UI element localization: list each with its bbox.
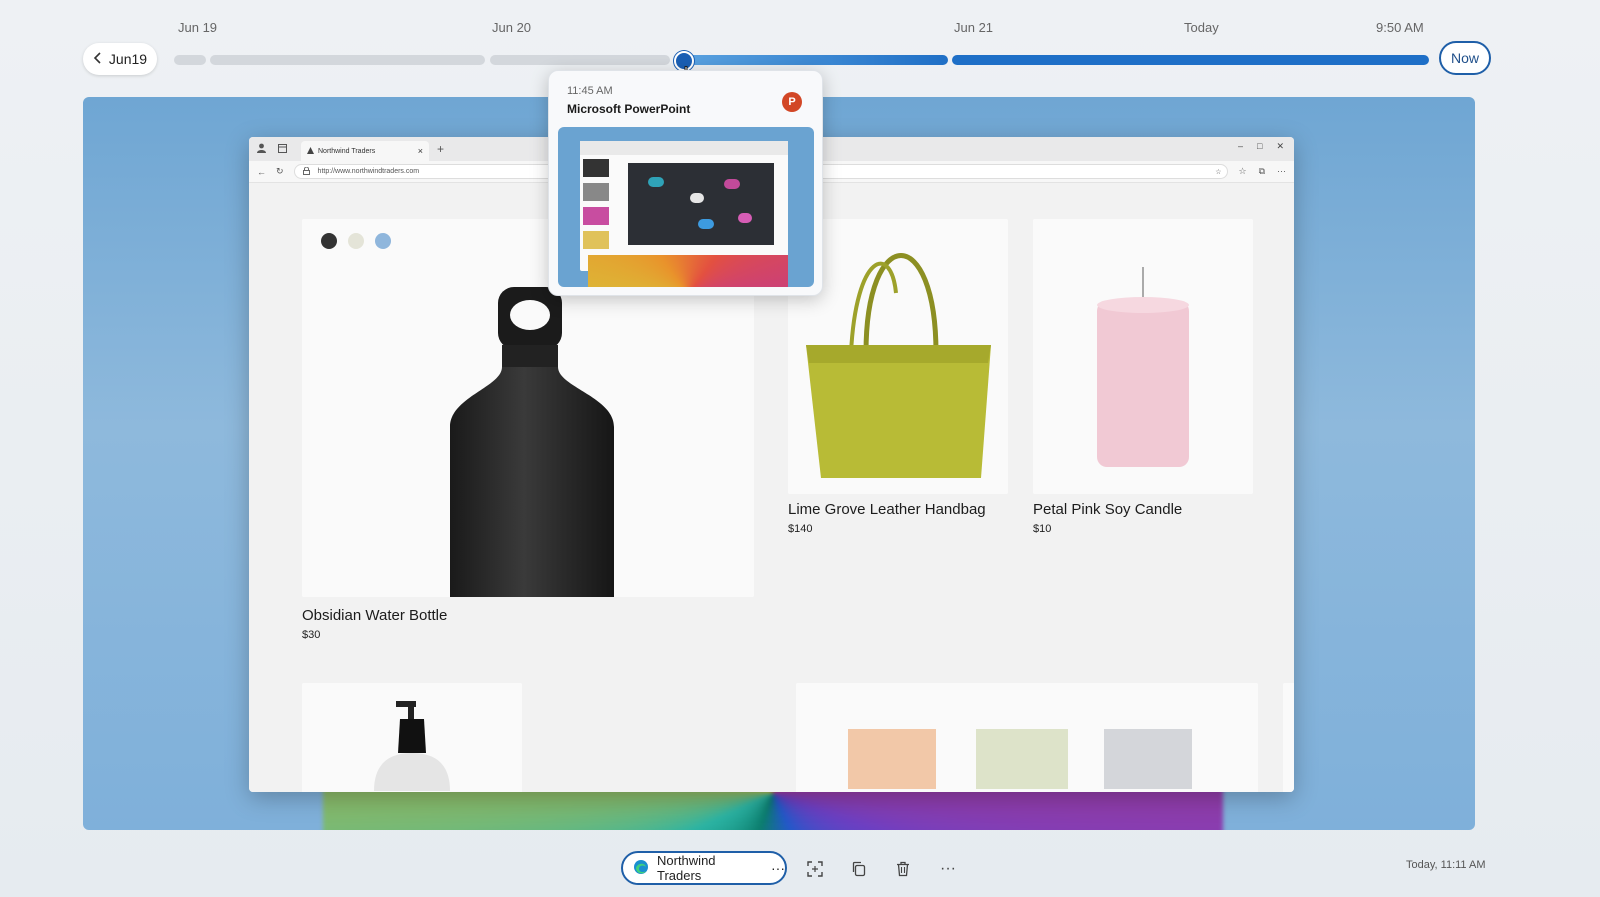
product-name-bottle[interactable]: Obsidian Water Bottle xyxy=(302,607,447,624)
timeline-segment-active[interactable] xyxy=(684,55,948,65)
popup-time: 11:45 AM xyxy=(567,85,613,97)
color-swatch-blue[interactable] xyxy=(375,233,391,249)
browser-toolbar-icons: ☆ ⧉ ··· xyxy=(1238,166,1286,177)
back-date-label: Jun19 xyxy=(108,51,148,67)
timeline-segment[interactable] xyxy=(174,55,206,65)
product-price-bottle: $30 xyxy=(302,629,321,641)
edge-browser-icon xyxy=(633,859,649,878)
product-price-handbag: $140 xyxy=(788,523,813,535)
timeline-segment[interactable] xyxy=(210,55,485,65)
more-menu-icon[interactable]: ··· xyxy=(1277,166,1286,177)
new-tab-icon[interactable]: + xyxy=(437,142,444,156)
timeline-label-time: 9:50 AM xyxy=(1376,20,1424,35)
powerpoint-icon: P xyxy=(782,92,802,112)
product-price-candle: $10 xyxy=(1033,523,1052,535)
product-card-candle[interactable] xyxy=(1033,219,1253,494)
timeline-date-labels: Jun 19 Jun 20 Jun 21 Today 9:50 AM xyxy=(0,20,1600,40)
now-button[interactable]: Now xyxy=(1439,41,1491,75)
snapshot-preview-popup[interactable]: 11:45 AM Microsoft PowerPoint P xyxy=(548,70,823,296)
screen-capture-icon[interactable] xyxy=(801,855,829,883)
ppt-slide-sneakers-image xyxy=(628,163,774,245)
ppt-window-thumbnail xyxy=(580,141,788,271)
lock-icon xyxy=(302,166,310,177)
ppt-wallpaper-bloom xyxy=(588,255,788,287)
product-card-brush[interactable] xyxy=(1283,683,1294,792)
product-card-soaps[interactable] xyxy=(796,683,1258,792)
maximize-icon[interactable]: □ xyxy=(1257,141,1262,152)
close-tab-icon[interactable]: × xyxy=(418,146,423,156)
browser-tab-northwind[interactable]: Northwind Traders × xyxy=(301,141,429,161)
ppt-ribbon xyxy=(580,141,788,155)
close-window-icon[interactable]: ✕ xyxy=(1276,141,1284,152)
soap-bar-green-image xyxy=(976,729,1068,789)
collections-icon[interactable]: ⧉ xyxy=(1259,166,1265,177)
ppt-slide-list xyxy=(583,159,609,263)
color-swatch-cream[interactable] xyxy=(348,233,364,249)
timeline-label-jun20: Jun 20 xyxy=(492,20,532,35)
tab-actions-icon[interactable] xyxy=(278,143,287,155)
chevron-left-icon xyxy=(93,51,103,67)
snapshot-timestamp: Today, 11:11 AM xyxy=(1406,859,1486,871)
soap-bar-peach-image xyxy=(848,729,936,789)
soap-bar-grey-image xyxy=(1104,729,1192,789)
timeline-label-jun21: Jun 21 xyxy=(954,20,994,35)
water-bottle-image xyxy=(450,287,614,597)
profile-icon[interactable] xyxy=(257,143,266,155)
favorite-star-icon[interactable]: ☆ xyxy=(1215,168,1221,176)
snapshot-app-label: Northwind Traders xyxy=(657,853,716,883)
powerpoint-thumbnail[interactable] xyxy=(558,127,814,287)
minimize-icon[interactable]: – xyxy=(1238,141,1243,152)
product-name-candle[interactable]: Petal Pink Soy Candle xyxy=(1033,501,1182,518)
lotion-pump-image xyxy=(374,701,450,791)
back-to-date-button[interactable]: Jun19 xyxy=(83,43,157,75)
product-card-lotion[interactable] xyxy=(302,683,522,792)
product-name-handbag[interactable]: Lime Grove Leather Handbag xyxy=(788,501,986,518)
url-text: http://www.northwindtraders.com xyxy=(317,168,420,175)
popup-app-name: Microsoft PowerPoint xyxy=(567,102,691,116)
handbag-image xyxy=(806,253,991,478)
favorites-icon[interactable]: ☆ xyxy=(1238,166,1246,177)
back-arrow-icon[interactable]: ← xyxy=(257,167,266,177)
copy-icon[interactable] xyxy=(845,855,873,883)
timeline-segment[interactable] xyxy=(490,55,670,65)
color-swatch-black[interactable] xyxy=(321,233,337,249)
tab-title: Northwind Traders xyxy=(318,147,376,155)
site-favicon-icon xyxy=(307,146,314,156)
more-actions-icon[interactable]: ··· xyxy=(934,855,962,883)
candle-image xyxy=(1097,267,1189,467)
window-controls: – □ ✕ xyxy=(1238,141,1284,152)
timeline-label-jun19: Jun 19 xyxy=(178,20,218,35)
timeline-label-today: Today xyxy=(1184,20,1219,35)
delete-trash-icon[interactable] xyxy=(889,855,917,883)
refresh-icon[interactable]: ↻ xyxy=(276,166,284,177)
snapshot-app-button[interactable]: Northwind Traders ··· xyxy=(621,851,787,885)
more-options-icon[interactable]: ··· xyxy=(771,860,785,876)
timeline-segment-active[interactable] xyxy=(952,55,1429,65)
